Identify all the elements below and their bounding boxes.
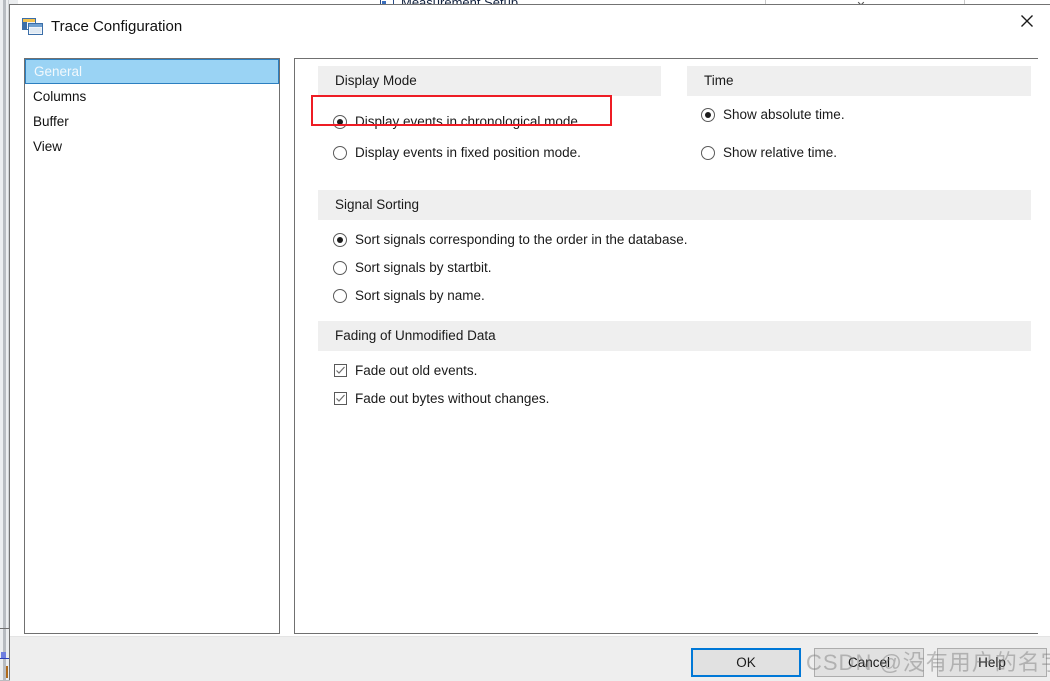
checkbox-fade-out-bytes[interactable]: Fade out bytes without changes. (334, 391, 549, 406)
footer-divider (10, 636, 1050, 637)
trace-configuration-icon (22, 18, 43, 35)
option-label: Display events in chronological mode. (355, 114, 582, 129)
dialog-title: Trace Configuration (51, 18, 183, 35)
option-label: Display events in fixed position mode. (355, 145, 581, 160)
radio-sort-database-order[interactable]: Sort signals corresponding to the order … (333, 232, 687, 247)
radio-icon (333, 232, 347, 247)
radio-show-relative-time[interactable]: Show relative time. (701, 145, 837, 160)
group-header-signal-sorting: Signal Sorting (318, 190, 1031, 220)
dialog-body: General Columns Buffer View Display Mode… (10, 47, 1050, 636)
sidebar-item-label: General (34, 64, 83, 79)
radio-icon (701, 145, 715, 160)
radio-sort-by-startbit[interactable]: Sort signals by startbit. (333, 260, 492, 275)
group-header-time: Time (687, 66, 1031, 96)
sidebar-item-general[interactable]: General (25, 59, 279, 84)
dialog-titlebar: Trace Configuration (10, 5, 1050, 47)
background-left-edge (3, 0, 6, 680)
trace-configuration-dialog: Trace Configuration General Columns Buff… (9, 4, 1050, 681)
option-label: Fade out bytes without changes. (355, 391, 550, 406)
sidebar-item-label: Buffer (33, 114, 69, 129)
radio-icon (701, 107, 715, 122)
option-label: Fade out old events. (355, 363, 478, 378)
ok-button[interactable]: OK (691, 648, 801, 677)
close-icon[interactable] (1004, 5, 1050, 37)
radio-icon (333, 288, 347, 303)
sidebar-item-label: Columns (33, 89, 87, 104)
radio-icon (333, 114, 347, 129)
option-label: Sort signals by name. (355, 288, 485, 303)
sidebar-item-buffer[interactable]: Buffer (25, 109, 279, 134)
help-button[interactable]: Help (937, 648, 1047, 677)
sidebar-item-columns[interactable]: Columns (25, 84, 279, 109)
radio-icon (333, 145, 347, 160)
settings-category-list[interactable]: General Columns Buffer View (24, 58, 280, 634)
option-label: Sort signals corresponding to the order … (355, 232, 688, 247)
group-header-fading: Fading of Unmodified Data (318, 321, 1031, 351)
checkbox-icon (334, 364, 347, 377)
checkbox-icon (334, 392, 347, 405)
option-label: Sort signals by startbit. (355, 260, 492, 275)
radio-display-chronological[interactable]: Display events in chronological mode. (333, 114, 582, 129)
dialog-footer: OK Cancel Help (10, 636, 1050, 681)
general-settings-panel: Display Mode Display events in chronolog… (294, 58, 1038, 634)
option-label: Show relative time. (723, 145, 838, 160)
radio-display-fixed-position[interactable]: Display events in fixed position mode. (333, 145, 581, 160)
radio-icon (333, 260, 347, 275)
radio-show-absolute-time[interactable]: Show absolute time. (701, 107, 845, 122)
group-header-display-mode: Display Mode (318, 66, 661, 96)
sidebar-item-label: View (33, 139, 63, 154)
radio-sort-by-name[interactable]: Sort signals by name. (333, 288, 485, 303)
checkbox-fade-out-old-events[interactable]: Fade out old events. (334, 363, 477, 378)
sidebar-item-view[interactable]: View (25, 134, 279, 159)
cancel-button[interactable]: Cancel (814, 648, 924, 677)
background-lower-orange-mark (6, 666, 8, 678)
option-label: Show absolute time. (723, 107, 845, 122)
